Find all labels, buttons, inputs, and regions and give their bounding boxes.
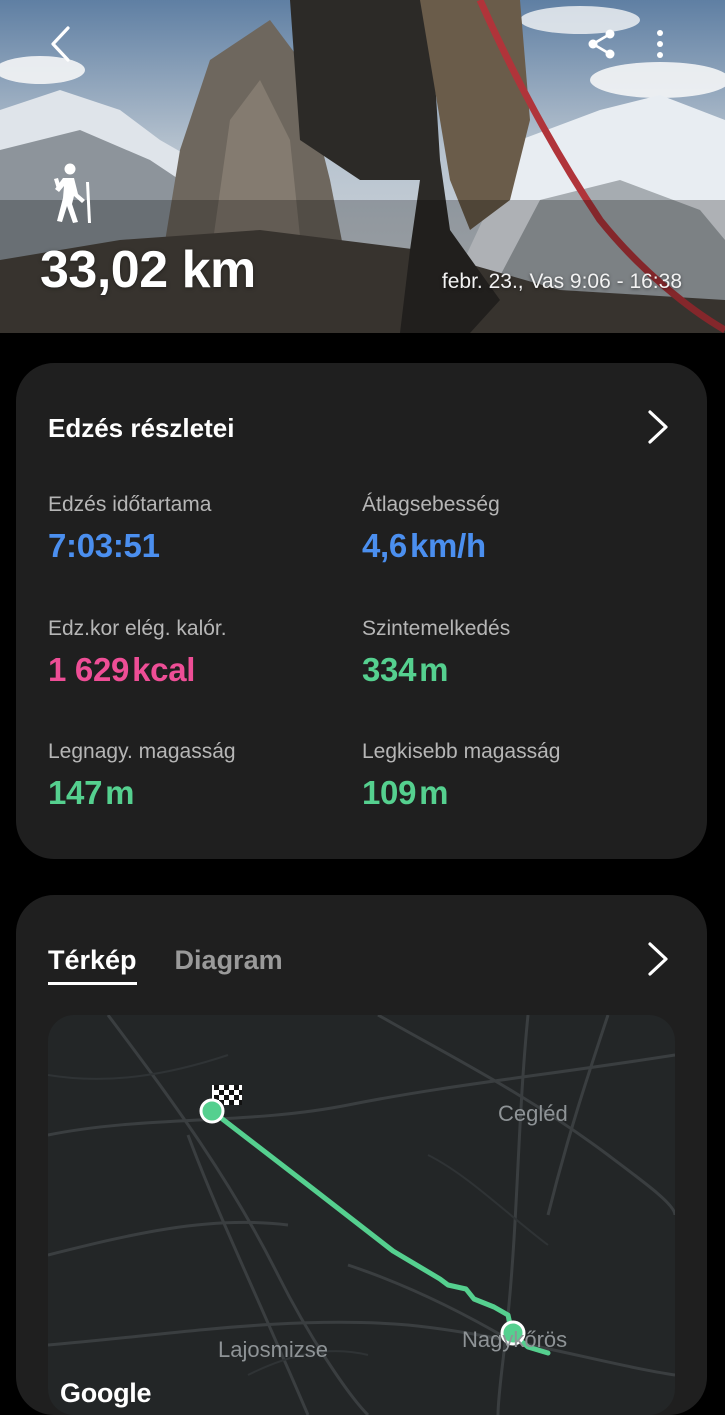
workout-details-card[interactable]: Edzés részletei Edzés időtartama 7:03:51…: [16, 363, 707, 859]
card-title: Edzés részletei: [48, 413, 235, 443]
tab-diagram[interactable]: Diagram: [175, 945, 283, 985]
map-card: Térkép Diagram Cegléd Lajosmizse Nagykőr…: [16, 895, 707, 1415]
stat-label: Legnagy. magasság: [48, 740, 236, 763]
chevron-right-icon[interactable]: [645, 409, 671, 445]
distance-value: 33,02 km: [40, 241, 256, 299]
stat-value: 1 629kcal: [48, 651, 227, 689]
map-place-label: Lajosmizse: [218, 1337, 329, 1362]
stat-label: Edzés időtartama: [48, 493, 212, 516]
stat-value: 109m: [362, 774, 560, 812]
stat-number: 109: [362, 774, 417, 811]
tab-map[interactable]: Térkép: [48, 945, 137, 985]
map-tabs: Térkép Diagram: [48, 945, 283, 985]
stat-label: Legkisebb magasság: [362, 740, 561, 763]
map-roads: [48, 1015, 675, 1415]
google-attribution-logo: Google: [60, 1378, 152, 1408]
stat-number: 7:03:51: [48, 527, 160, 564]
share-icon: [588, 29, 615, 59]
hero-header: 33,02 km febr. 23., Vas 9:06 - 16:38: [0, 0, 725, 333]
stat-unit: kcal: [132, 651, 196, 688]
stat-value: 147m: [48, 774, 236, 812]
stat-number: 334: [362, 651, 417, 688]
route-line: [209, 1108, 551, 1356]
stat-duration: Edzés időtartama 7:03:51: [48, 493, 211, 565]
stat-calories: Edz.kor elég. kalór. 1 629kcal: [48, 617, 227, 689]
stat-elevation-gain: Szintemelkedés 334m: [362, 617, 510, 689]
stat-unit: m: [105, 774, 135, 811]
back-button[interactable]: [38, 22, 82, 66]
stat-number: 147: [48, 774, 103, 811]
stat-unit: m: [419, 651, 449, 688]
map-place-label: Nagykőrös: [462, 1327, 568, 1352]
stat-value: 4,6km/h: [362, 527, 500, 565]
stat-number: 4,6: [362, 527, 407, 564]
chevron-right-icon[interactable]: [645, 941, 671, 977]
workout-datetime: febr. 23., Vas 9:06 - 16:38: [441, 270, 682, 293]
stat-number: 1 629: [48, 651, 130, 688]
stat-label: Szintemelkedés: [362, 617, 511, 640]
stat-min-altitude: Legkisebb magasság 109m: [362, 740, 560, 812]
hiking-icon: [54, 163, 91, 223]
more-options-button[interactable]: [638, 22, 682, 66]
map-place-label: Cegléd: [498, 1101, 568, 1126]
share-button[interactable]: [580, 22, 624, 66]
more-vertical-icon: [657, 30, 663, 58]
route-map[interactable]: Cegléd Lajosmizse Nagykőrös Google: [48, 1015, 675, 1415]
stat-unit: m: [419, 774, 449, 811]
stat-average-speed: Átlagsebesség 4,6km/h: [362, 493, 500, 565]
stat-max-altitude: Legnagy. magasság 147m: [48, 740, 236, 812]
stat-label: Edz.kor elég. kalór.: [48, 617, 227, 640]
route-start-marker: [199, 1098, 225, 1124]
stat-label: Átlagsebesség: [362, 493, 500, 516]
stat-value: 7:03:51: [48, 527, 211, 565]
stat-value: 334m: [362, 651, 510, 689]
stat-unit: km/h: [409, 527, 486, 564]
chevron-left-icon: [51, 26, 70, 62]
